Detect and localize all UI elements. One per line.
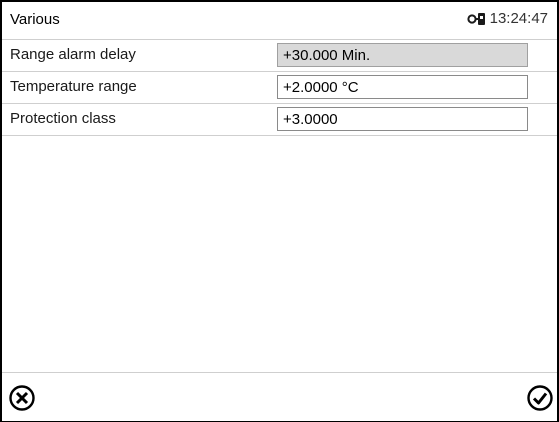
clock-time: 13:24:47 [489,10,548,27]
setting-label: Protection class [10,110,116,127]
cancel-button[interactable] [8,384,36,412]
protection-class-field[interactable]: +3.0000 [277,107,528,131]
setting-row-protection-class: Protection class +3.0000 [2,104,557,136]
temperature-range-field[interactable]: +2.0000 °C [277,75,528,99]
status-area: 13:24:47 [467,10,548,27]
footer-bar [2,372,557,421]
range-alarm-delay-field[interactable]: +30.000 Min. [277,43,528,67]
setting-label: Temperature range [10,78,137,95]
setting-label: Range alarm delay [10,46,136,63]
confirm-circle-check-icon [527,385,553,411]
cancel-circle-x-icon [9,385,35,411]
page-title: Various [10,11,60,28]
user-key-icon [467,11,487,27]
header-bar: Various 13:24:47 [2,2,557,40]
setting-row-range-alarm-delay: Range alarm delay +30.000 Min. [2,40,557,72]
confirm-button[interactable] [526,384,554,412]
settings-screen: Various 13:24:47 Range alarm delay +30.0… [0,0,559,422]
setting-row-temperature-range: Temperature range +2.0000 °C [2,72,557,104]
